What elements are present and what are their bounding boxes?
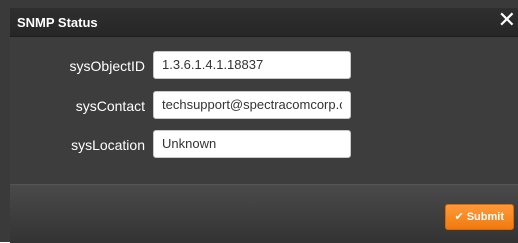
submit-label: Submit (466, 211, 504, 223)
dialog-footer: ✔ Submit (10, 184, 518, 243)
dialog-title: SNMP Status (17, 15, 98, 30)
close-icon[interactable]: ✕ (498, 9, 516, 33)
sysobjectid-field[interactable] (153, 51, 351, 79)
syslocation-label: sysLocation (71, 137, 145, 153)
sysobjectid-label: sysObjectID (69, 58, 145, 74)
checkmark-icon: ✔ (454, 210, 464, 223)
snmp-status-dialog: SNMP Status ✕ sysObjectID sysContact sys… (0, 0, 518, 243)
syscontact-label: sysContact (75, 98, 145, 114)
form-row-syslocation: sysLocation (10, 130, 518, 160)
syscontact-field[interactable] (153, 91, 351, 119)
syslocation-field[interactable] (153, 130, 351, 158)
form-row-sysobjectid: sysObjectID (10, 51, 518, 81)
form-row-syscontact: sysContact (10, 91, 518, 121)
dialog-body: sysObjectID sysContact sysLocation (10, 37, 518, 184)
submit-button[interactable]: ✔ Submit (444, 204, 514, 230)
dialog-titlebar: SNMP Status ✕ (10, 8, 518, 37)
